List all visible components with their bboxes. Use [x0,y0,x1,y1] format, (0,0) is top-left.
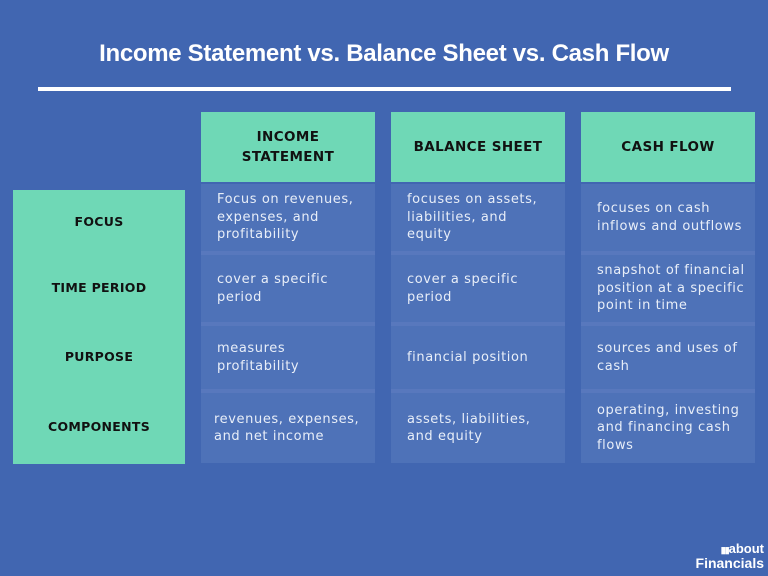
row-label-focus: FOCUS [74,214,124,229]
table-cell: snapshot of financial position at a spec… [581,255,755,322]
title-divider [38,87,731,91]
row-label-components: COMPONENTS [47,419,151,434]
table-cell: operating, investing and financing cash … [581,393,755,463]
brand-logo: ▮▮about Financials [696,542,764,570]
column-income-statement: INCOME STATEMENT Focus on revenues, expe… [201,112,375,463]
table-cell: sources and uses of cash [581,326,755,389]
row-label-purpose: PURPOSE [64,349,134,364]
column-balance-sheet: BALANCE SHEET focuses on assets, liabili… [391,112,565,463]
table-cell: revenues, expenses, and net income [201,393,375,463]
logo-text-financials: Financials [695,555,764,571]
table-cell: financial position [391,326,565,389]
table-cell: Focus on revenues, expenses, and profita… [201,184,375,251]
column-cash-flow: CASH FLOW focuses on cash inflows and ou… [581,112,755,463]
table-cell: assets, liabilities, and equity [391,393,565,463]
bar-chart-icon: ▮▮ [720,545,730,555]
row-labels-panel: FOCUS TIME PERIOD PURPOSE COMPONENTS [13,190,185,464]
table-cell: measures profitability [201,326,375,389]
table-cell: cover a specific period [391,255,565,322]
table-cell: focuses on cash inflows and outflows [581,184,755,251]
table-cell: cover a specific period [201,255,375,322]
column-header: BALANCE SHEET [391,112,565,182]
column-header: CASH FLOW [581,112,755,182]
row-label-time-period: TIME PERIOD [51,280,147,295]
column-header: INCOME STATEMENT [201,112,375,182]
page-title: Income Statement vs. Balance Sheet vs. C… [99,40,669,67]
table-cell: focuses on assets, liabilities, and equi… [391,184,565,251]
logo-text-about: about [728,541,764,556]
